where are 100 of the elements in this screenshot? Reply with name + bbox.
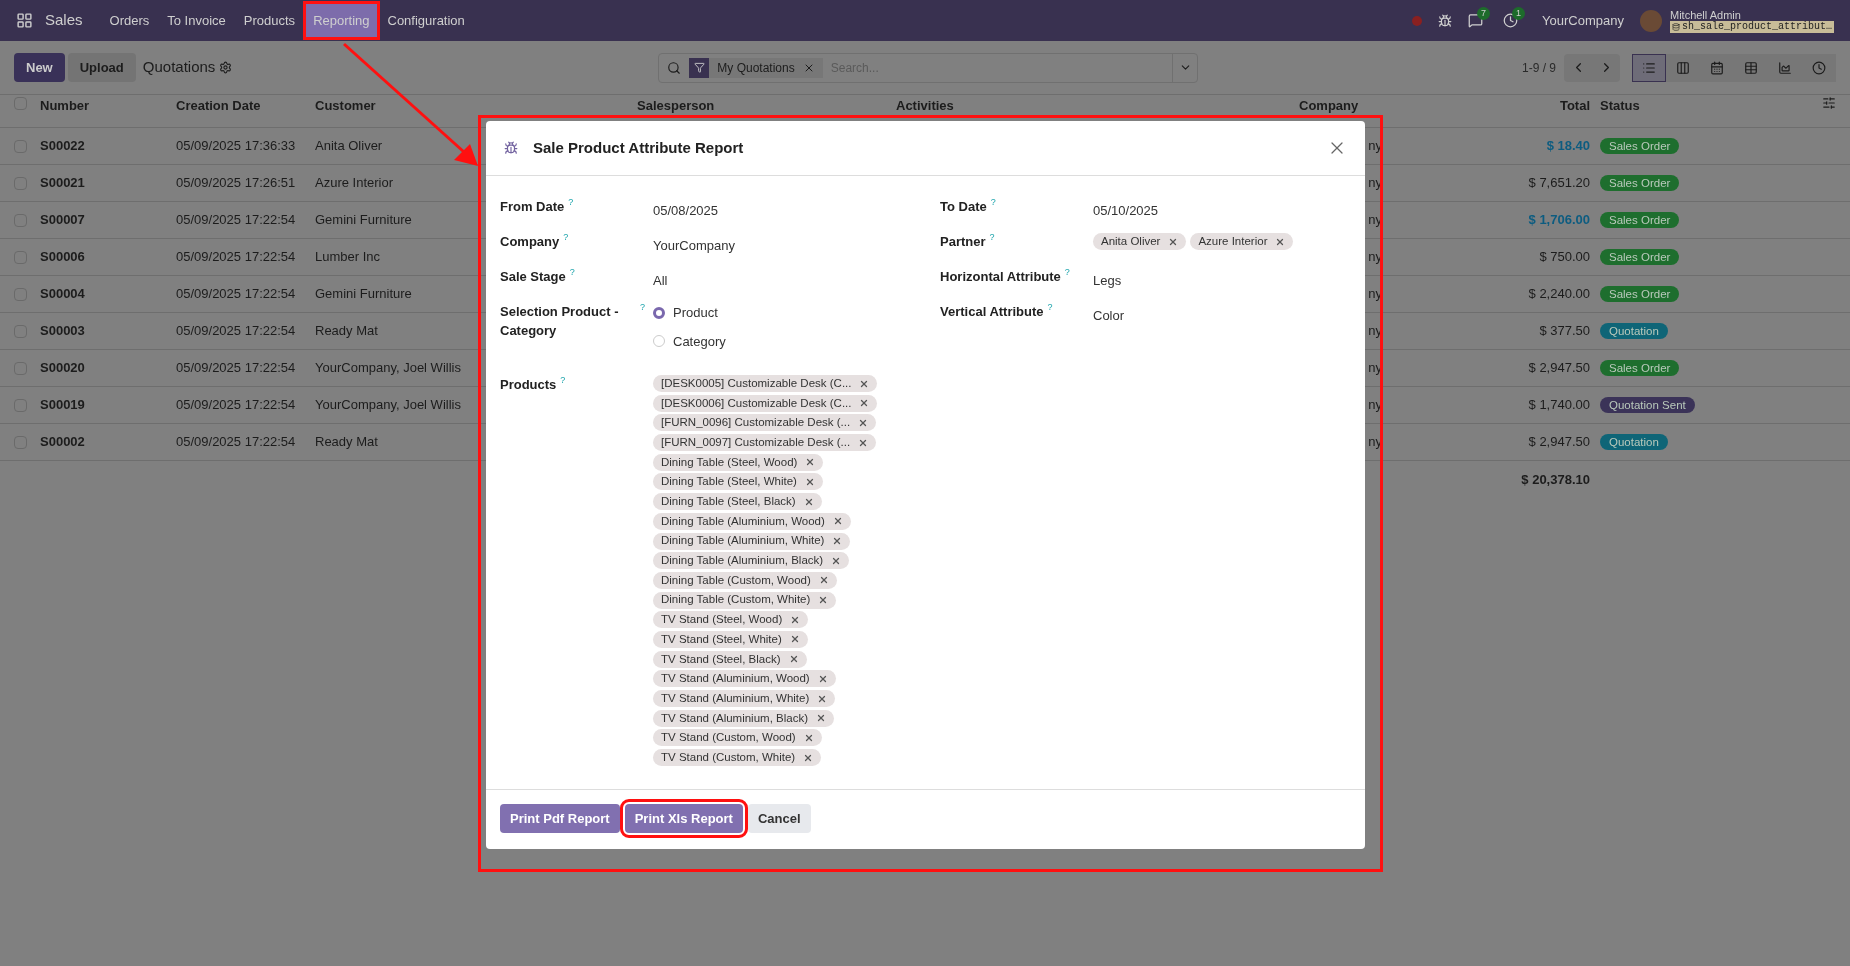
company-name[interactable]: YourCompany — [1542, 10, 1624, 31]
table-cell: S00006 — [40, 249, 85, 265]
tag: [DESK0006] Customizable Desk (C... — [653, 394, 878, 412]
status-badge: Sales Order — [1600, 175, 1680, 192]
remove-icon[interactable] — [817, 693, 828, 704]
view-button[interactable] — [1632, 53, 1666, 82]
settings-icon[interactable] — [1822, 96, 1836, 110]
field-value[interactable]: 05/10/2025 — [1093, 203, 1159, 218]
toolbar-button[interactable]: New — [14, 53, 65, 82]
view-button[interactable] — [1802, 53, 1836, 82]
column-header[interactable]: Number — [40, 98, 90, 113]
gear-icon[interactable] — [219, 61, 233, 74]
field-value[interactable]: 05/08/2025 — [653, 203, 719, 218]
remove-icon[interactable] — [790, 614, 801, 625]
help-mark[interactable]: ? — [640, 302, 645, 313]
remove-icon[interactable] — [859, 398, 870, 409]
tag: Dining Table (Custom, Wood) — [653, 571, 837, 589]
remove-icon[interactable] — [803, 732, 814, 743]
column-header[interactable]: Customer — [315, 98, 376, 113]
field-value[interactable]: Legs — [1093, 273, 1122, 288]
remove-icon[interactable] — [859, 378, 870, 389]
remove-icon[interactable] — [818, 575, 829, 586]
remove-icon[interactable] — [804, 476, 815, 487]
table-cell: Lumber Inc — [315, 249, 381, 265]
menu-item[interactable]: Configuration — [380, 3, 472, 38]
status-badge: Quotation — [1600, 323, 1668, 340]
remove-icon[interactable] — [831, 555, 842, 566]
remove-icon[interactable] — [803, 496, 814, 507]
column-header[interactable]: Total — [1559, 98, 1590, 113]
field-label: From Date — [500, 198, 565, 216]
table-cell: $ 18.40 — [1546, 138, 1590, 154]
remove-icon[interactable] — [788, 654, 799, 665]
remove-icon[interactable] — [1168, 236, 1179, 247]
help-mark[interactable]: ? — [1047, 302, 1053, 313]
field-label: Sale Stage — [500, 268, 566, 286]
table-cell: 05/09/2025 17:22:54 — [176, 434, 296, 450]
menu-item[interactable]: Orders — [102, 3, 157, 38]
status-badge: Sales Order — [1600, 212, 1680, 229]
table-cell: Anita Oliver — [315, 138, 383, 154]
bug-icon — [504, 141, 518, 155]
remove-icon[interactable] — [805, 457, 816, 468]
table-cell: 05/09/2025 17:22:54 — [176, 286, 296, 302]
tag: Dining Table (Aluminium, Wood) — [653, 512, 851, 530]
remove-icon[interactable] — [817, 673, 828, 684]
help-mark[interactable]: ? — [568, 197, 574, 208]
remove-icon[interactable] — [803, 752, 814, 763]
user-name[interactable]: Mitchell Admin — [1669, 8, 1834, 21]
page-title: Quotations — [142, 57, 216, 78]
bug-icon[interactable] — [1438, 13, 1453, 28]
field-value[interactable]: All — [653, 273, 668, 288]
field-value[interactable]: Color — [1093, 308, 1125, 323]
table-cell: $ 7,651.20 — [1528, 175, 1590, 191]
remove-icon[interactable] — [789, 634, 800, 645]
remove-icon[interactable] — [858, 437, 869, 448]
tag: Dining Table (Steel, Wood) — [653, 453, 824, 471]
facet-label: My Quotations — [716, 59, 796, 77]
column-header[interactable]: Company — [1299, 98, 1359, 113]
table-cell: 05/09/2025 17:26:51 — [176, 175, 296, 191]
column-header[interactable]: Status — [1600, 98, 1640, 113]
table-cell: $ 750.00 — [1539, 249, 1590, 265]
help-mark[interactable]: ? — [569, 267, 575, 278]
tag: Anita Oliver — [1093, 233, 1187, 250]
dialog-button[interactable]: Print Pdf Report — [500, 804, 620, 833]
help-mark[interactable]: ? — [989, 232, 995, 243]
apps-icon[interactable] — [16, 12, 33, 29]
field-value[interactable]: YourCompany — [653, 238, 735, 253]
menu-item[interactable]: Reporting — [306, 3, 377, 38]
table-cell: $ 2,240.00 — [1528, 286, 1590, 302]
remove-icon[interactable] — [816, 713, 826, 724]
remove-icon[interactable] — [1275, 236, 1286, 247]
table-cell: S00019 — [40, 397, 85, 413]
menu-item[interactable]: To Invoice — [160, 3, 233, 38]
column-header[interactable]: Salesperson — [637, 98, 715, 113]
table-cell: Azure Interior — [315, 175, 394, 191]
help-mark[interactable]: ? — [990, 197, 996, 208]
remove-icon[interactable] — [832, 516, 843, 527]
tag: TV Stand (Custom, White) — [653, 749, 822, 767]
table-cell: 05/09/2025 17:22:54 — [176, 397, 296, 413]
remove-icon[interactable] — [832, 536, 843, 546]
search-icon[interactable] — [667, 60, 682, 75]
status-badge: Quotation — [1600, 434, 1668, 451]
help-mark[interactable]: ? — [563, 232, 569, 243]
menu-item[interactable]: Products — [236, 3, 303, 38]
dialog-button[interactable]: Cancel — [747, 804, 811, 833]
radio-button[interactable] — [653, 306, 665, 319]
radio-label: Category — [673, 332, 726, 351]
tag: Dining Table (Custom, White) — [653, 591, 837, 609]
view-button[interactable] — [1666, 53, 1700, 82]
help-mark[interactable]: ? — [1064, 267, 1070, 278]
help-mark[interactable]: ? — [560, 375, 566, 386]
remove-icon[interactable] — [858, 417, 869, 428]
column-header[interactable]: Activities — [896, 98, 954, 113]
app-name[interactable]: Sales — [45, 9, 83, 32]
filter-facet[interactable]: My Quotations — [689, 57, 823, 78]
remove-icon[interactable] — [818, 595, 829, 606]
table-cell: Ready Mat — [315, 434, 378, 450]
table-cell: Ready Mat — [315, 323, 378, 339]
toolbar-button[interactable]: Upload — [67, 53, 136, 82]
column-header[interactable]: Creation Date — [176, 98, 261, 113]
table-cell: 05/09/2025 17:22:54 — [176, 212, 296, 228]
